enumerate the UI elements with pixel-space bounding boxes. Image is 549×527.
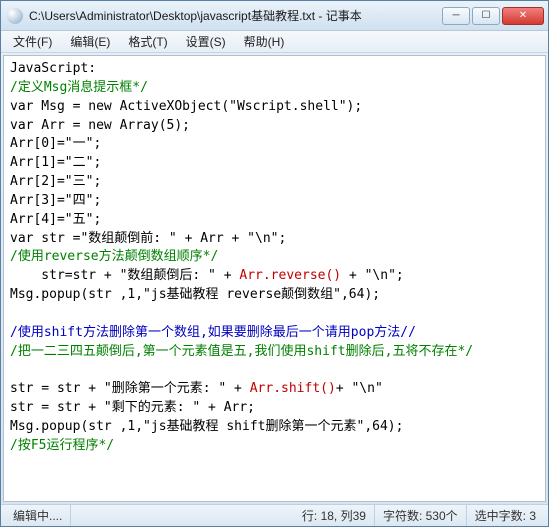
- code-line: var Arr = new Array(5);: [10, 118, 190, 133]
- code-comment: /定义Msg消息提示框*/: [10, 80, 148, 95]
- menu-settings[interactable]: 设置(S): [178, 31, 234, 52]
- menubar: 文件(F) 编辑(E) 格式(T) 设置(S) 帮助(H): [1, 31, 548, 53]
- window-buttons: ─ ☐ ✕: [442, 7, 544, 25]
- status-line-col: 行: 18, 列39: [294, 505, 375, 526]
- menu-help[interactable]: 帮助(H): [236, 31, 293, 52]
- menu-format[interactable]: 格式(T): [120, 31, 175, 52]
- code-comment: /使用reverse方法颠倒数组顺序*/: [10, 249, 218, 264]
- statusbar: 编辑中.... 行: 18, 列39 字符数: 530个 选中字数: 3: [1, 504, 548, 526]
- code-comment: /把一二三四五颠倒后,第一个元素值是五,我们使用shift删除后,五将不存在*/: [10, 344, 473, 359]
- close-button[interactable]: ✕: [502, 7, 544, 25]
- code-line: Arr[4]="五";: [10, 212, 101, 227]
- notepad-window: C:\Users\Administrator\Desktop\javascrip…: [0, 0, 549, 527]
- code-line: JavaScript:: [10, 61, 96, 76]
- window-title: C:\Users\Administrator\Desktop\javascrip…: [29, 7, 442, 24]
- code-line: str = str + "剩下的元素: " + Arr;: [10, 400, 255, 415]
- code-line: str = str + "删除第一个元素: " + Arr.shift()+ "…: [10, 381, 383, 396]
- code-comment: /按F5运行程序*/: [10, 438, 114, 453]
- minimize-button[interactable]: ─: [442, 7, 470, 25]
- maximize-button[interactable]: ☐: [472, 7, 500, 25]
- code-line: Msg.popup(str ,1,"js基础教程 reverse颠倒数组",64…: [10, 287, 380, 302]
- menu-file[interactable]: 文件(F): [5, 31, 60, 52]
- app-icon: [7, 8, 23, 24]
- code-highlight: Arr.shift(): [250, 381, 336, 396]
- status-selected: 选中字数: 3: [467, 505, 544, 526]
- code-line: var str ="数组颠倒前: " + Arr + "\n";: [10, 231, 286, 246]
- status-chars: 字符数: 530个: [375, 505, 467, 526]
- code-line: var Msg = new ActiveXObject("Wscript.she…: [10, 99, 362, 114]
- code-line: Arr[2]="三";: [10, 174, 101, 189]
- text-area[interactable]: JavaScript: /定义Msg消息提示框*/ var Msg = new …: [3, 55, 546, 502]
- code-comment: /使用shift方法删除第一个数组,如果要删除最后一个请用pop方法//: [10, 325, 416, 340]
- code-line: str=str + "数组颠倒后: " + Arr.reverse() + "\…: [10, 268, 404, 283]
- menu-edit[interactable]: 编辑(E): [62, 31, 118, 52]
- code-line: Msg.popup(str ,1,"js基础教程 shift删除第一个元素",6…: [10, 419, 403, 434]
- titlebar[interactable]: C:\Users\Administrator\Desktop\javascrip…: [1, 1, 548, 31]
- code-line: Arr[3]="四";: [10, 193, 101, 208]
- status-editing: 编辑中....: [5, 505, 71, 526]
- code-highlight: Arr.reverse(): [239, 268, 341, 283]
- code-line: Arr[0]="一";: [10, 136, 101, 151]
- code-line: Arr[1]="二";: [10, 155, 101, 170]
